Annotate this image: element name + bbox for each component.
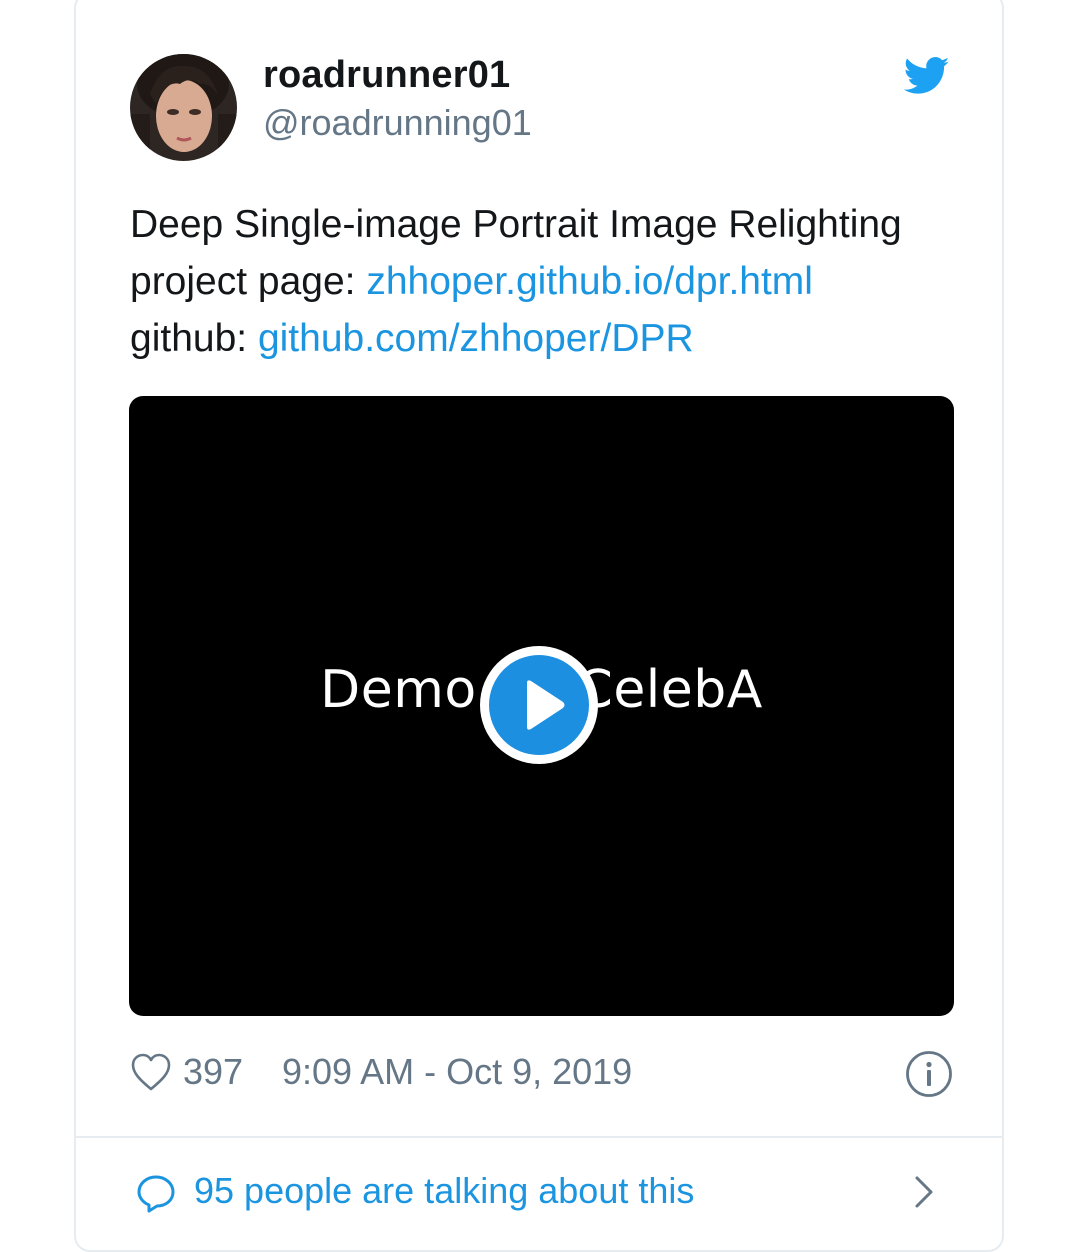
conversation-link[interactable]: 95 people are talking about this bbox=[130, 1160, 953, 1224]
timestamp[interactable]: 9:09 AM - Oct 9, 2019 bbox=[282, 1051, 632, 1093]
tweet-text-line-1: Deep Single-image Portrait Image Relight… bbox=[130, 203, 902, 246]
project-page-label: project page: bbox=[130, 260, 367, 303]
play-button[interactable] bbox=[480, 646, 598, 764]
user-handle[interactable]: @roadrunning01 bbox=[263, 102, 532, 144]
avatar[interactable] bbox=[130, 54, 237, 161]
github-label: github: bbox=[130, 317, 258, 360]
twitter-bird-icon[interactable] bbox=[903, 56, 950, 96]
user-name[interactable]: roadrunner01 bbox=[263, 54, 510, 97]
conversation-count-label[interactable]: 95 people are talking about this bbox=[194, 1170, 694, 1212]
tweet-text-line-3: github: github.com/zhhoper/DPR bbox=[130, 310, 970, 367]
tweet-text-line-2: project page: zhhoper.github.io/dpr.html bbox=[130, 253, 970, 310]
info-icon[interactable] bbox=[905, 1050, 953, 1098]
tweet-text: Deep Single-image Portrait Image Relight… bbox=[130, 196, 970, 367]
play-icon bbox=[489, 655, 589, 755]
video-player[interactable]: Demo on CelebA bbox=[129, 396, 954, 1016]
project-page-link[interactable]: zhhoper.github.io/dpr.html bbox=[366, 260, 813, 303]
like-count[interactable]: 397 bbox=[183, 1051, 243, 1093]
heart-icon[interactable] bbox=[130, 1052, 172, 1092]
divider bbox=[74, 1136, 1004, 1138]
chat-bubble-icon bbox=[136, 1174, 176, 1214]
github-link[interactable]: github.com/zhhoper/DPR bbox=[258, 317, 694, 360]
chevron-right-icon[interactable] bbox=[913, 1174, 935, 1210]
tweet-header: roadrunner01 @roadrunning01 bbox=[130, 54, 950, 164]
tweet-meta: 397 9:09 AM - Oct 9, 2019 bbox=[130, 1046, 953, 1102]
